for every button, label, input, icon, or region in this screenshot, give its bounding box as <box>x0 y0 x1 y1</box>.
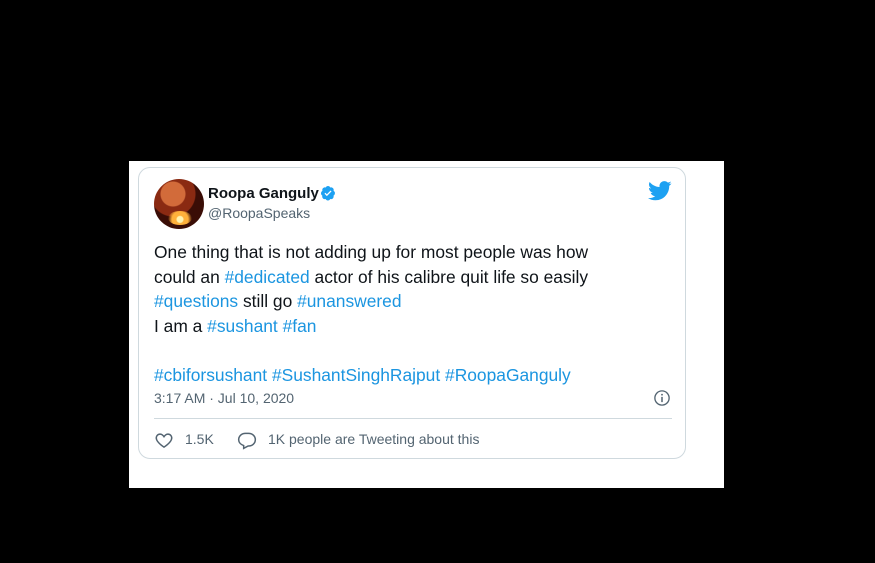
tweet-line-4: I am a #sushant #fan <box>154 314 674 339</box>
hashtag-dedicated[interactable]: #dedicated <box>225 267 310 287</box>
hashtag-unanswered[interactable]: #unanswered <box>297 291 401 311</box>
heart-icon[interactable] <box>154 430 174 450</box>
reply-icon[interactable] <box>237 430 257 450</box>
verified-badge-icon <box>321 186 335 201</box>
author-name[interactable]: Roopa Ganguly <box>208 185 319 202</box>
avatar-fire-detail <box>168 211 192 225</box>
tweet-line-3: #questions still go #unanswered <box>154 289 674 314</box>
tweet-timestamp[interactable]: 3:17 AM · Jul 10, 2020 <box>154 390 294 406</box>
twitter-bird-icon[interactable] <box>648 181 672 201</box>
hashtag-fan[interactable]: #fan <box>283 316 317 336</box>
divider <box>154 418 672 419</box>
text-segment: actor of his calibre quit life so easily <box>309 266 589 287</box>
tweet-line-1: One thing that is not adding up for most… <box>154 240 674 265</box>
tweet-card[interactable]: Roopa Ganguly @RoopaSpeaks One thing tha… <box>138 167 686 459</box>
reply-label: 1K people are Tweeting about this <box>268 431 480 447</box>
hashtag-roopaganguly[interactable]: #RoopaGanguly <box>445 365 571 385</box>
avatar[interactable] <box>154 179 204 229</box>
text-segment: could an <box>154 266 225 287</box>
info-icon[interactable] <box>653 389 671 407</box>
hashtag-sushantsinghrajput[interactable]: #SushantSinghRajput <box>272 365 440 385</box>
tweet-line-2: could an #dedicated actor of his calibre… <box>154 265 674 290</box>
author-handle[interactable]: @RoopaSpeaks <box>208 205 310 221</box>
tweet-text: One thing that is not adding up for most… <box>154 240 674 387</box>
like-count: 1.5K <box>185 431 214 447</box>
text-segment: One thing that is not adding up for most… <box>154 242 589 262</box>
tweet-hashtag-line: #cbiforsushant #SushantSinghRajput #Roop… <box>154 363 674 388</box>
text-segment: I am a <box>154 315 208 336</box>
hashtag-cbiforsushant[interactable]: #cbiforsushant <box>154 365 267 385</box>
text-segment: still go <box>238 291 298 311</box>
hashtag-sushant[interactable]: #sushant <box>207 316 278 336</box>
hashtag-questions[interactable]: #questions <box>154 291 238 311</box>
